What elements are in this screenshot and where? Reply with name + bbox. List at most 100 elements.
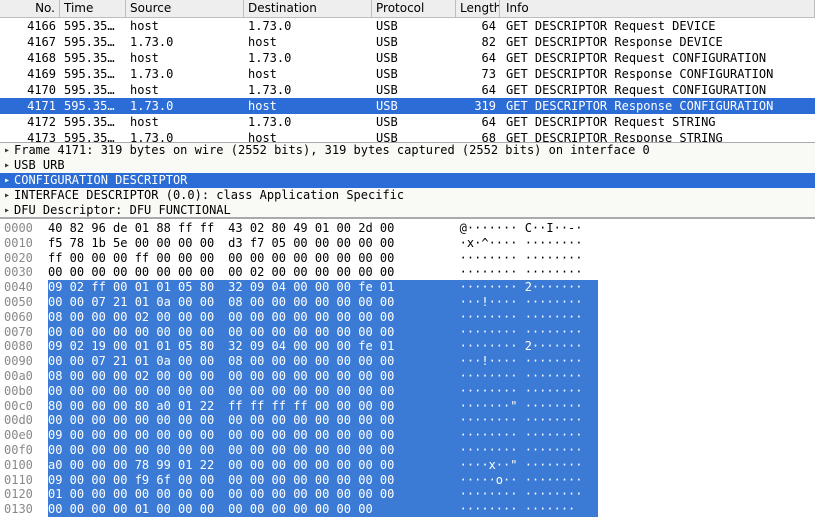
expand-icon[interactable]: ▸ [2, 188, 12, 203]
expand-icon[interactable]: ▸ [2, 158, 12, 173]
cell-src: host [126, 114, 244, 130]
hex-offset: 0060 [0, 310, 48, 325]
hex-bytes: 00 00 00 00 00 00 00 0000 00 00 00 00 00… [48, 384, 438, 399]
hex-bytes: 00 00 00 00 00 00 00 0000 00 00 00 00 00… [48, 413, 438, 428]
hex-row[interactable]: 00f000 00 00 00 00 00 00 0000 00 00 00 0… [0, 443, 815, 458]
tree-label: DFU Descriptor: DFU FUNCTIONAL [14, 203, 231, 218]
hex-row[interactable]: 007000 00 00 00 00 00 00 0000 00 00 00 0… [0, 325, 815, 340]
cell-src: 1.73.0 [126, 98, 244, 114]
cell-info: GET DESCRIPTOR Response CONFIGURATION [500, 98, 815, 114]
hex-offset: 00f0 [0, 443, 48, 458]
hex-bytes: 08 00 00 00 02 00 00 0000 00 00 00 00 00… [48, 310, 438, 325]
hex-offset: 0090 [0, 354, 48, 369]
packet-row[interactable]: 4172595.35…host1.73.0USB64GET DESCRIPTOR… [0, 114, 815, 130]
hex-row[interactable]: 011009 00 00 00 f9 6f 00 0000 00 00 00 0… [0, 473, 815, 488]
tree-label: CONFIGURATION DESCRIPTOR [14, 173, 187, 188]
hex-row[interactable]: 00e009 00 00 00 00 00 00 0000 00 00 00 0… [0, 428, 815, 443]
cell-dst: 1.73.0 [244, 18, 372, 34]
hex-row[interactable]: 000040 82 96 de 01 88 ff ff43 02 80 49 0… [0, 221, 815, 236]
hex-row[interactable]: 00d000 00 00 00 00 00 00 0000 00 00 00 0… [0, 413, 815, 428]
cell-time: 595.35… [60, 114, 126, 130]
col-source[interactable]: Source [126, 0, 244, 17]
cell-len: 82 [456, 34, 500, 50]
cell-prot: USB [372, 18, 456, 34]
hex-offset: 0010 [0, 236, 48, 251]
tree-row[interactable]: ▸USB URB [0, 158, 815, 173]
packet-bytes-hex[interactable]: 000040 82 96 de 01 88 ff ff43 02 80 49 0… [0, 218, 815, 517]
hex-ascii: ········ ········ [438, 384, 598, 399]
hex-row[interactable]: 0020ff 00 00 00 ff 00 00 0000 00 00 00 0… [0, 251, 815, 266]
hex-row[interactable]: 004009 02 ff 00 01 01 05 8032 09 04 00 0… [0, 280, 815, 295]
hex-row[interactable]: 012001 00 00 00 00 00 00 0000 00 00 00 0… [0, 487, 815, 502]
hex-ascii: ········ ········ [438, 443, 598, 458]
packet-list-header[interactable]: No. Time Source Destination Protocol Len… [0, 0, 815, 18]
packet-list[interactable]: 4166595.35…host1.73.0USB64GET DESCRIPTOR… [0, 18, 815, 142]
hex-row[interactable]: 008009 02 19 00 01 01 05 8032 09 04 00 0… [0, 339, 815, 354]
hex-bytes: a0 00 00 00 78 99 01 2200 00 00 00 00 00… [48, 458, 438, 473]
hex-bytes: 09 02 ff 00 01 01 05 8032 09 04 00 00 00… [48, 280, 438, 295]
cell-no: 4171 [0, 98, 60, 114]
hex-row[interactable]: 00b000 00 00 00 00 00 00 0000 00 00 00 0… [0, 384, 815, 399]
hex-ascii: ········ ········ [438, 413, 598, 428]
cell-prot: USB [372, 130, 456, 142]
hex-row[interactable]: 00c080 00 00 00 80 a0 01 22ff ff ff ff 0… [0, 399, 815, 414]
cell-src: host [126, 82, 244, 98]
tree-label: Frame 4171: 319 bytes on wire (2552 bits… [14, 143, 650, 158]
hex-offset: 0080 [0, 339, 48, 354]
hex-row[interactable]: 0100a0 00 00 00 78 99 01 2200 00 00 00 0… [0, 458, 815, 473]
hex-row[interactable]: 003000 00 00 00 00 00 00 0000 02 00 00 0… [0, 265, 815, 280]
expand-icon[interactable]: ▸ [2, 203, 12, 218]
hex-offset: 0050 [0, 295, 48, 310]
hex-bytes: 00 00 00 00 01 00 00 0000 00 00 00 00 00… [48, 502, 438, 517]
hex-ascii: ········ ········ [438, 428, 598, 443]
hex-bytes: f5 78 1b 5e 00 00 00 00d3 f7 05 00 00 00… [48, 236, 438, 251]
packet-row[interactable]: 4166595.35…host1.73.0USB64GET DESCRIPTOR… [0, 18, 815, 34]
hex-offset: 00c0 [0, 399, 48, 414]
cell-dst: 1.73.0 [244, 114, 372, 130]
hex-row[interactable]: 005000 00 07 21 01 0a 00 0008 00 00 00 0… [0, 295, 815, 310]
hex-row[interactable]: 009000 00 07 21 01 0a 00 0008 00 00 00 0… [0, 354, 815, 369]
hex-row[interactable]: 006008 00 00 00 02 00 00 0000 00 00 00 0… [0, 310, 815, 325]
packet-row[interactable]: 4168595.35…host1.73.0USB64GET DESCRIPTOR… [0, 50, 815, 66]
cell-info: GET DESCRIPTOR Request CONFIGURATION [500, 82, 815, 98]
hex-row[interactable]: 00a008 00 00 00 02 00 00 0000 00 00 00 0… [0, 369, 815, 384]
cell-dst: host [244, 130, 372, 142]
expand-icon[interactable]: ▸ [2, 173, 12, 188]
packet-row[interactable]: 4170595.35…host1.73.0USB64GET DESCRIPTOR… [0, 82, 815, 98]
cell-dst: host [244, 98, 372, 114]
cell-info: GET DESCRIPTOR Request DEVICE [500, 18, 815, 34]
packet-details-tree[interactable]: ▸Frame 4171: 319 bytes on wire (2552 bit… [0, 142, 815, 218]
hex-ascii: @······· C··I··-· [438, 221, 598, 236]
hex-offset: 0030 [0, 265, 48, 280]
cell-len: 73 [456, 66, 500, 82]
packet-row[interactable]: 4173595.35…1.73.0hostUSB68GET DESCRIPTOR… [0, 130, 815, 142]
col-protocol[interactable]: Protocol [372, 0, 456, 17]
cell-len: 68 [456, 130, 500, 142]
col-destination[interactable]: Destination [244, 0, 372, 17]
tree-row[interactable]: ▸CONFIGURATION DESCRIPTOR [0, 173, 815, 188]
cell-time: 595.35… [60, 18, 126, 34]
packet-row[interactable]: 4167595.35…1.73.0hostUSB82GET DESCRIPTOR… [0, 34, 815, 50]
tree-row[interactable]: ▸INTERFACE DESCRIPTOR (0.0): class Appli… [0, 188, 815, 203]
hex-ascii: ····x··" ········ [438, 458, 598, 473]
col-info[interactable]: Info [500, 0, 815, 17]
hex-offset: 0020 [0, 251, 48, 266]
tree-row[interactable]: ▸DFU Descriptor: DFU FUNCTIONAL [0, 203, 815, 218]
tree-row[interactable]: ▸Frame 4171: 319 bytes on wire (2552 bit… [0, 143, 815, 158]
hex-row[interactable]: 013000 00 00 00 01 00 00 0000 00 00 00 0… [0, 502, 815, 517]
packet-row[interactable]: 4171595.35…1.73.0hostUSB319GET DESCRIPTO… [0, 98, 815, 114]
hex-ascii: ········ ········ [438, 487, 598, 502]
cell-info: GET DESCRIPTOR Response CONFIGURATION [500, 66, 815, 82]
col-time[interactable]: Time [60, 0, 126, 17]
col-no[interactable]: No. [0, 0, 60, 17]
hex-row[interactable]: 0010f5 78 1b 5e 00 00 00 00d3 f7 05 00 0… [0, 236, 815, 251]
col-length[interactable]: Length [456, 0, 500, 17]
hex-offset: 0040 [0, 280, 48, 295]
cell-no: 4167 [0, 34, 60, 50]
cell-info: GET DESCRIPTOR Request CONFIGURATION [500, 50, 815, 66]
hex-offset: 00b0 [0, 384, 48, 399]
hex-ascii: ···!···· ········ [438, 354, 598, 369]
packet-row[interactable]: 4169595.35…1.73.0hostUSB73GET DESCRIPTOR… [0, 66, 815, 82]
expand-icon[interactable]: ▸ [2, 143, 12, 158]
cell-prot: USB [372, 98, 456, 114]
